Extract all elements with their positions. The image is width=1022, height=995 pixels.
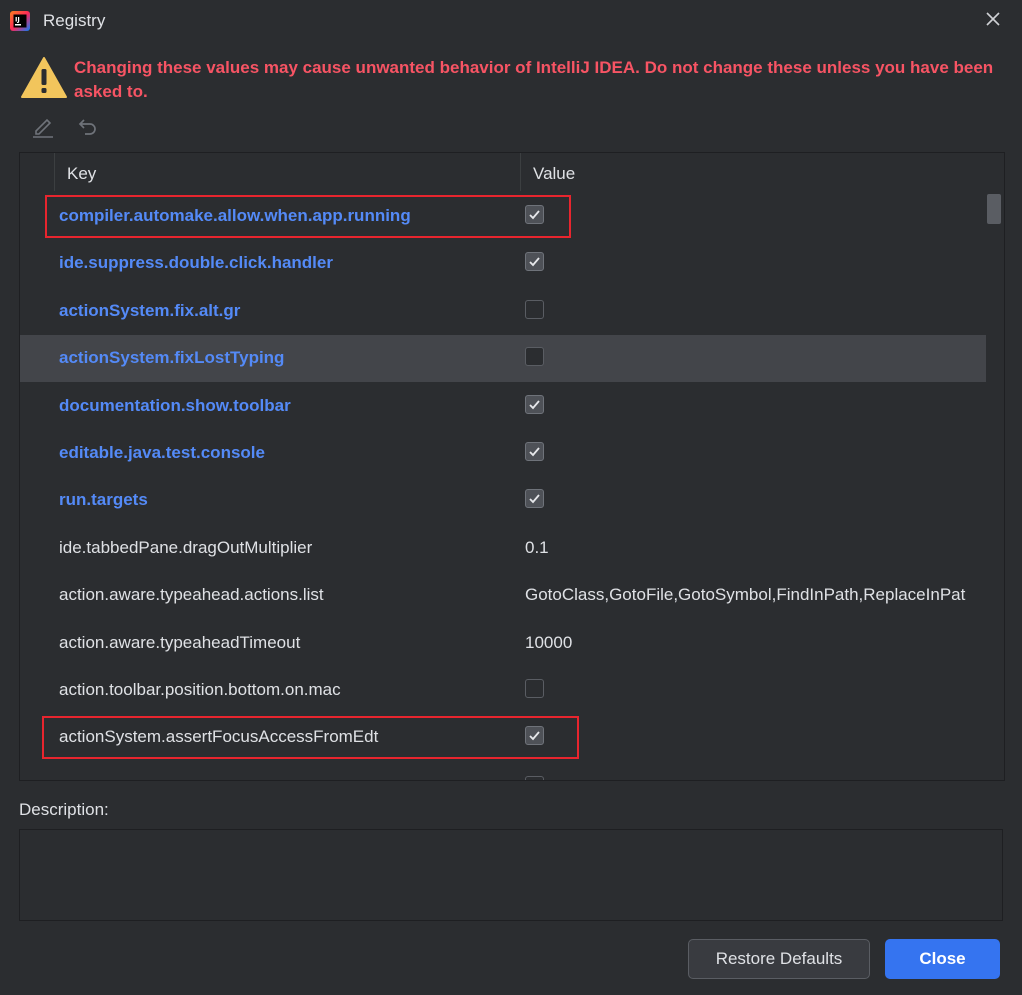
vertical-scrollbar[interactable]: [986, 193, 1004, 779]
value-checkbox[interactable]: [525, 300, 544, 319]
value-checkbox[interactable]: [525, 395, 544, 414]
registry-key: run.targets: [59, 490, 148, 509]
table-row[interactable]: run.targets: [20, 477, 986, 524]
value-checkbox[interactable]: [525, 347, 544, 366]
value-checkbox[interactable]: [525, 679, 544, 698]
window-title: Registry: [43, 11, 106, 30]
registry-key: ide.suppress.double.click.handler: [59, 253, 333, 272]
registry-value[interactable]: GotoClass,GotoFile,GotoSymbol,FindInPath…: [525, 585, 965, 605]
registry-key: actionSystem.assertFocusAccessFromEdt: [59, 727, 379, 746]
table-row[interactable]: editable.java.test.console: [20, 430, 986, 477]
description-box: [19, 829, 1003, 921]
registry-value[interactable]: 0.1: [525, 538, 549, 558]
column-divider[interactable]: [520, 153, 521, 191]
key-column-header[interactable]: Key: [67, 164, 96, 184]
registry-key: actionSystem.fix.alt.gr: [59, 301, 241, 320]
value-checkbox[interactable]: [525, 489, 544, 508]
checkmark-icon: [529, 731, 540, 741]
registry-table: Key Value compiler.automake.allow.when.a…: [19, 152, 1005, 781]
registry-key: editable.java.test.console: [59, 443, 265, 462]
checkmark-icon: [529, 400, 540, 410]
registry-key: actionSystem.fixLostTyping: [59, 348, 285, 367]
warning-triangle-icon: [21, 57, 67, 98]
checkmark-icon: [529, 494, 540, 504]
table-row[interactable]: actionSystem.fix.alt.gr: [20, 288, 986, 335]
value-column-header[interactable]: Value: [533, 164, 575, 184]
table-row[interactable]: action.toolbar.position.bottom.on.mac: [20, 667, 986, 714]
table-row[interactable]: ide.suppress.double.click.handler: [20, 240, 986, 287]
registry-key: action.aware.typeahead.actions.list: [59, 585, 324, 604]
description-label: Description:: [19, 800, 109, 819]
registry-key: compiler.automake.allow.when.app.running: [59, 206, 411, 225]
close-icon[interactable]: [984, 10, 1002, 28]
value-checkbox[interactable]: [525, 252, 544, 271]
restore-defaults-button[interactable]: Restore Defaults: [688, 939, 870, 979]
table-row[interactable]: actionSystem.assertFocusAccessFromEdt: [20, 714, 986, 761]
table-row[interactable]: action.aware.typeaheadTimeout 10000: [20, 620, 986, 667]
registry-value[interactable]: 10000: [525, 633, 572, 653]
table-row[interactable]: documentation.show.toolbar: [20, 383, 986, 430]
table-row[interactable]: actionSystem.fixLostTyping: [20, 335, 986, 382]
edit-pencil-icon[interactable]: [30, 113, 56, 139]
intellij-app-icon: IJ: [10, 11, 30, 31]
table-row[interactable]: ide.tabbedPane.dragOutMultiplier 0.1: [20, 525, 986, 572]
partial-row-checkbox: [525, 776, 544, 780]
value-checkbox[interactable]: [525, 726, 544, 745]
checkmark-icon: [529, 210, 540, 220]
column-divider: [54, 153, 55, 191]
table-header: Key Value: [20, 153, 1004, 193]
revert-icon[interactable]: [75, 113, 101, 139]
title-bar: IJ Registry: [0, 0, 1022, 42]
value-checkbox[interactable]: [525, 205, 544, 224]
registry-key: ide.tabbedPane.dragOutMultiplier: [59, 538, 313, 557]
warning-message: Changing these values may cause unwanted…: [74, 58, 994, 101]
svg-text:IJ: IJ: [15, 16, 20, 24]
table-row[interactable]: action.aware.typeahead.actions.list GotoC…: [20, 572, 986, 619]
registry-key: documentation.show.toolbar: [59, 396, 291, 415]
scrollbar-thumb[interactable]: [987, 194, 1001, 224]
table-row[interactable]: compiler.automake.allow.when.app.running: [20, 193, 986, 240]
checkmark-icon: [529, 257, 540, 267]
close-button[interactable]: Close: [885, 939, 1000, 979]
checkmark-icon: [529, 447, 540, 457]
value-checkbox[interactable]: [525, 442, 544, 461]
registry-key: action.toolbar.position.bottom.on.mac: [59, 680, 341, 699]
registry-key: action.aware.typeaheadTimeout: [59, 633, 301, 652]
